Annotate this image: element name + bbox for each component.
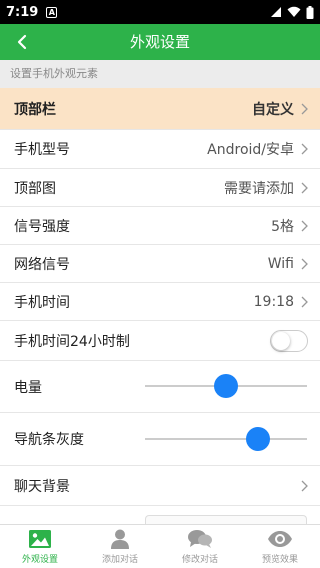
setting-row-network-signal[interactable]: 网络信号 Wifi <box>0 245 320 283</box>
signal-icon <box>271 7 281 17</box>
battery-icon <box>306 5 314 19</box>
battery-slider[interactable] <box>145 374 307 398</box>
row-label: 顶部栏 <box>14 101 56 118</box>
row-label: 手机型号 <box>14 142 70 158</box>
bottom-nav: 外观设置 添加对话 修改对话 预览效果 <box>0 524 320 568</box>
slider-track <box>145 438 307 440</box>
chat-bubbles-icon <box>188 530 212 548</box>
setting-row-phone-model[interactable]: 手机型号 Android/安卓 <box>0 130 320 169</box>
notification-icon: A <box>46 6 58 18</box>
row-label: 顶部图 <box>14 180 56 197</box>
slider-thumb[interactable] <box>214 374 238 398</box>
nav-bar-gray-slider[interactable] <box>145 427 307 451</box>
tab-appearance[interactable]: 外观设置 <box>0 525 80 568</box>
tab-label: 预览效果 <box>261 555 298 565</box>
chevron-right-icon <box>301 296 308 307</box>
tab-edit-dialog[interactable]: 修改对话 <box>160 525 240 568</box>
tab-label: 添加对话 <box>101 555 138 565</box>
chevron-right-icon <box>301 480 308 491</box>
row-value: 19:18 <box>253 293 294 310</box>
setting-row-phone-time[interactable]: 手机时间 19:18 <box>0 283 320 321</box>
chevron-right-icon <box>301 143 308 155</box>
chevron-right-icon <box>301 220 308 231</box>
row-label: 信号强度 <box>14 218 70 235</box>
time-24h-toggle[interactable] <box>270 329 308 352</box>
row-value: Wifi <box>267 255 294 272</box>
tab-label: 修改对话 <box>181 555 218 565</box>
wifi-icon <box>287 6 301 17</box>
section-hint: 设置手机外观元素 <box>0 60 320 88</box>
row-label: 电量 <box>14 379 42 396</box>
row-label: 聊天背景 <box>14 478 70 495</box>
row-value: 5格 <box>271 218 294 235</box>
row-label: 网络信号 <box>14 256 70 273</box>
tab-label: 外观设置 <box>21 555 58 565</box>
app-header: 外观设置 <box>0 24 320 60</box>
status-time: 7:19 <box>6 4 39 20</box>
setting-row-top-bar[interactable]: 顶部栏 自定义 <box>0 88 320 130</box>
person-icon <box>111 529 129 549</box>
image-icon <box>29 530 51 548</box>
setting-row-chat-background[interactable]: 聊天背景 <box>0 466 320 506</box>
chevron-right-icon <box>301 258 308 269</box>
setting-row-top-image[interactable]: 顶部图 需要请添加 <box>0 169 320 207</box>
row-value: 需要请添加 <box>224 180 294 197</box>
eye-icon <box>268 531 292 547</box>
page-title: 外观设置 <box>129 33 190 51</box>
status-bar: 7:19 A <box>0 0 320 24</box>
tab-add-dialog[interactable]: 添加对话 <box>80 525 160 568</box>
slider-thumb[interactable] <box>246 427 271 451</box>
toggle-knob <box>272 331 290 350</box>
row-label: 导航条灰度 <box>14 432 84 448</box>
row-label: 手机时间 <box>14 294 70 311</box>
setting-row-24h-time: 手机时间24小时制 <box>0 321 320 361</box>
row-value: 自定义 <box>252 101 294 118</box>
setting-row-signal-strength[interactable]: 信号强度 5格 <box>0 207 320 245</box>
chevron-right-icon <box>301 182 308 193</box>
tab-preview[interactable]: 预览效果 <box>240 525 320 568</box>
row-label: 手机时间24小时制 <box>14 333 130 350</box>
row-value: Android/安卓 <box>207 142 294 158</box>
chevron-right-icon <box>301 103 308 114</box>
status-icons <box>270 5 314 19</box>
